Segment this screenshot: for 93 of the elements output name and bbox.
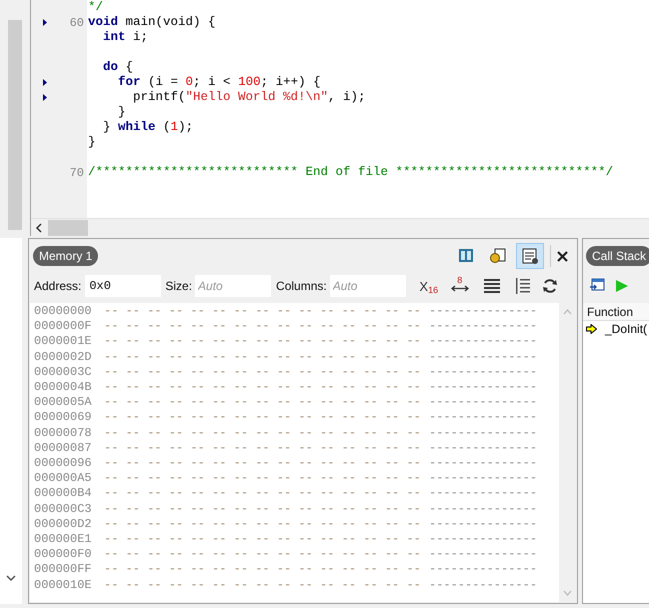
memory-address: 000000A5 (34, 471, 93, 486)
panel-title[interactable]: Memory 1 (33, 246, 98, 266)
memory-bytes: -- -- -- -- -- -- -- -- -- -- -- -- -- -- -- (104, 471, 422, 486)
memory-ascii: --------------- (429, 304, 538, 320)
memory-address: 00000087 (34, 440, 93, 456)
line-number: 70 (70, 164, 84, 182)
memory-ascii: --------------- (429, 426, 538, 441)
access-width-button[interactable]: 8 (450, 276, 470, 296)
marker-icon[interactable] (43, 94, 47, 101)
code-line: void main(void) { (88, 14, 216, 31)
memory-ascii: --------------- (429, 380, 538, 396)
code-line: } (88, 134, 96, 152)
memory-bytes: -- -- -- -- -- -- -- -- -- -- -- -- -- -- -- (104, 380, 422, 396)
window-icon (521, 247, 539, 265)
memory-ascii: --------------- (429, 319, 538, 334)
code-line: } while (1); (103, 119, 194, 136)
memory-address: 000000C3 (34, 502, 93, 517)
memory-bytes: -- -- -- -- -- -- -- -- -- -- -- -- -- -- -- (104, 440, 422, 456)
memory-address: 000000E1 (34, 532, 93, 548)
memory-ascii: --------------- (429, 395, 538, 410)
memory-ascii: --------------- (429, 578, 538, 593)
marker-icon[interactable] (43, 79, 47, 86)
memory-bytes: -- -- -- -- -- -- -- -- -- -- -- -- -- -- -- (104, 532, 422, 548)
code-line: int i; (103, 29, 148, 46)
memory-bytes: -- -- -- -- -- -- -- -- -- -- -- -- -- -- -- (104, 304, 422, 320)
memory-ascii: --------------- (429, 486, 538, 502)
memory-address: 000000B4 (34, 486, 93, 502)
memory-ascii: --------------- (429, 547, 538, 562)
code-line: } (118, 104, 126, 121)
scrollbar-thumb[interactable] (48, 220, 88, 236)
columns-icon[interactable] (514, 277, 532, 295)
memory-ascii: --------------- (429, 334, 538, 350)
memory-address: 0000003C (34, 364, 93, 380)
memory-bytes: -- -- -- -- -- -- -- -- -- -- -- -- -- -- -- (104, 547, 422, 562)
grid-icon[interactable] (484, 278, 500, 294)
close-icon[interactable] (557, 250, 568, 262)
memory-ascii: --------------- (429, 410, 538, 426)
memory-address: 0000000F (34, 319, 93, 334)
memory-ascii: --------------- (429, 562, 538, 578)
memory-bytes: -- -- -- -- -- -- -- -- -- -- -- -- -- -- -- (104, 486, 422, 502)
memory-bytes: -- -- -- -- -- -- -- -- -- -- -- -- -- -- -- (104, 502, 422, 517)
memory-address: 00000069 (34, 410, 93, 426)
line-number: 60 (70, 14, 84, 32)
code-line: /*************************** End of file ****************************/ (88, 164, 614, 182)
memory-address: 000000F0 (34, 547, 93, 562)
memory-address: 00000000 (34, 304, 93, 320)
memory-ascii: --------------- (429, 364, 538, 380)
toolbar-button[interactable] (516, 243, 544, 269)
memory-ascii: --------------- (429, 471, 538, 486)
memory-bytes: -- -- -- -- -- -- -- -- -- -- -- -- -- -- -- (104, 410, 422, 426)
memory-bytes: -- -- -- -- -- -- -- -- -- -- -- -- -- -- -- (104, 350, 422, 365)
memory-bytes: -- -- -- -- -- -- -- -- -- -- -- -- -- -- -- (104, 364, 422, 380)
memory-ascii: --------------- (429, 350, 538, 365)
memory-address: 0000005A (34, 395, 93, 410)
marker-icon[interactable] (43, 19, 47, 26)
memory-ascii: --------------- (429, 502, 538, 517)
panel-title[interactable]: Call Stack (586, 246, 649, 266)
memory-ascii: --------------- (429, 532, 538, 548)
memory-address: 000000D2 (34, 516, 93, 532)
memory-bytes: -- -- -- -- -- -- -- -- -- -- -- -- -- -- -- (104, 334, 422, 350)
hex-format-button[interactable]: X$_{16}$ (418, 280, 440, 292)
code-line: do { (103, 59, 134, 76)
field-label: Address: (34, 278, 82, 295)
scroll-down-icon[interactable] (6, 575, 16, 582)
memory-address: 00000096 (34, 456, 93, 472)
address-field[interactable]: 0x0 (85, 275, 162, 297)
memory-address: 0000002D (34, 350, 93, 365)
code-line: for (i = 0; i < 100; i++) { (118, 74, 321, 91)
code-line: printf("Hello World %d!\n", i); (133, 89, 366, 106)
memory-ascii: --------------- (429, 440, 538, 456)
refresh-icon[interactable] (542, 278, 558, 294)
code-line: */ (88, 0, 104, 16)
memory-bytes: -- -- -- -- -- -- -- -- -- -- -- -- -- -- -- (104, 426, 422, 441)
memory-bytes: -- -- -- -- -- -- -- -- -- -- -- -- -- -- -- (104, 562, 422, 578)
memory-bytes: -- -- -- -- -- -- -- -- -- -- -- -- -- -- -- (104, 319, 422, 334)
memory-address: 0000001E (34, 334, 93, 350)
field-label: Columns: (276, 278, 327, 295)
scroll-left-icon[interactable] (35, 222, 43, 232)
memory-address: 00000078 (34, 426, 93, 441)
column-header[interactable]: Function (583, 303, 649, 321)
memory-ascii: --------------- (429, 516, 538, 532)
memory-bytes: -- -- -- -- -- -- -- -- -- -- -- -- -- -- -- (104, 578, 422, 593)
memory-ascii: --------------- (429, 456, 538, 472)
function-name[interactable]: _DoInit( (605, 320, 648, 338)
memory-bytes: -- -- -- -- -- -- -- -- -- -- -- -- -- -- -- (104, 395, 422, 410)
field-label: Size: (165, 278, 192, 295)
memory-address: 0000004B (34, 380, 93, 396)
double-arrow-icon (450, 285, 469, 292)
memory-address: 000000FF (34, 562, 93, 578)
memory-bytes: -- -- -- -- -- -- -- -- -- -- -- -- -- -- -- (104, 456, 422, 472)
memory-address: 0000010E (34, 578, 93, 593)
memory-bytes: -- -- -- -- -- -- -- -- -- -- -- -- -- -- -- (104, 516, 422, 532)
current-frame-arrow-icon (586, 324, 597, 334)
